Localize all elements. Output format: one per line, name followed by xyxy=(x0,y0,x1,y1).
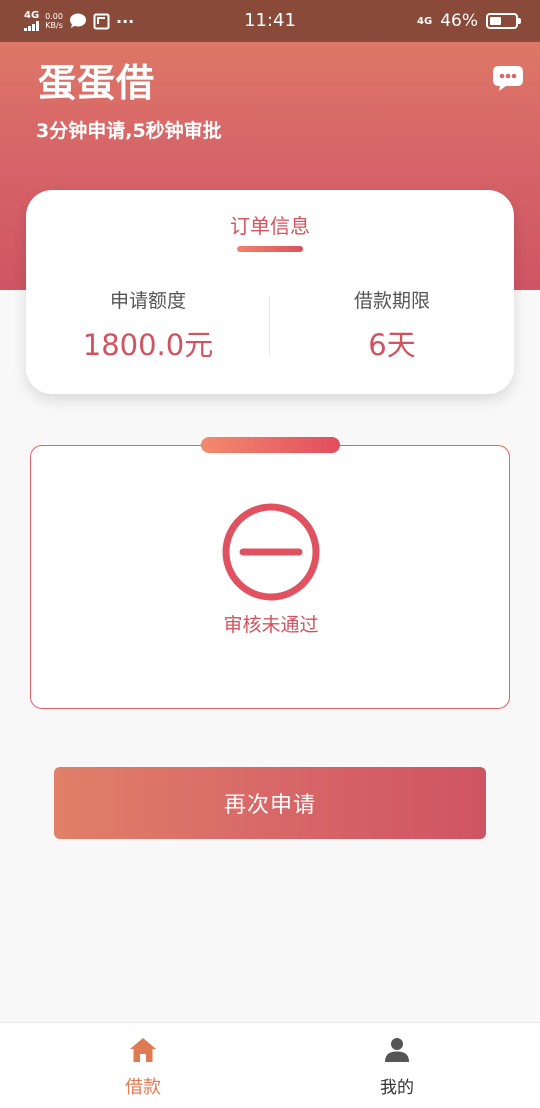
order-info-card: 订单信息 申请额度 1800.0元 借款期限 6天 xyxy=(26,190,514,394)
nav-item-loan[interactable]: 借款 xyxy=(8,1023,278,1108)
home-icon xyxy=(130,1038,156,1062)
loan-amount-section: 申请额度 1800.0元 xyxy=(26,288,270,362)
review-status-card: 审核未通过 xyxy=(30,445,510,709)
nav-item-mine[interactable]: 我的 xyxy=(262,1023,532,1108)
status-bar-right: 4G 46% xyxy=(417,8,521,34)
loan-amount-label: 申请额度 xyxy=(109,290,186,312)
status-card-tab xyxy=(201,437,340,453)
nav-label-mine: 我的 xyxy=(380,1078,414,1098)
app-title: 蛋蛋借 xyxy=(38,61,156,105)
battery-fill xyxy=(490,17,502,25)
reapply-button[interactable]: 再次申请 xyxy=(54,767,486,839)
loan-term-label: 借款期限 xyxy=(353,290,430,312)
nav-label-loan: 借款 xyxy=(125,1077,161,1098)
rejected-minus-circle-icon xyxy=(222,503,320,601)
battery-percent: 46% xyxy=(440,11,478,31)
user-icon xyxy=(385,1038,409,1062)
loan-amount-value: 1800.0元 xyxy=(82,328,214,362)
loan-term-value: 6天 xyxy=(368,328,416,362)
order-info-title: 订单信息 xyxy=(230,214,310,238)
network-type-right: 4G xyxy=(417,15,433,27)
review-status-text: 审核未通过 xyxy=(223,614,319,636)
customer-service-chat-icon[interactable] xyxy=(492,64,524,92)
bottom-nav: 借款 我的 xyxy=(0,1022,540,1108)
loan-term-section: 借款期限 6天 xyxy=(270,288,514,362)
battery-icon xyxy=(486,13,521,29)
status-bar: 4G 0.00 KB/s ··· 11:41 4G 46% xyxy=(0,0,540,42)
order-title-underline xyxy=(237,246,303,252)
app-slogan: 3分钟申请,5秒钟审批 xyxy=(36,120,222,142)
